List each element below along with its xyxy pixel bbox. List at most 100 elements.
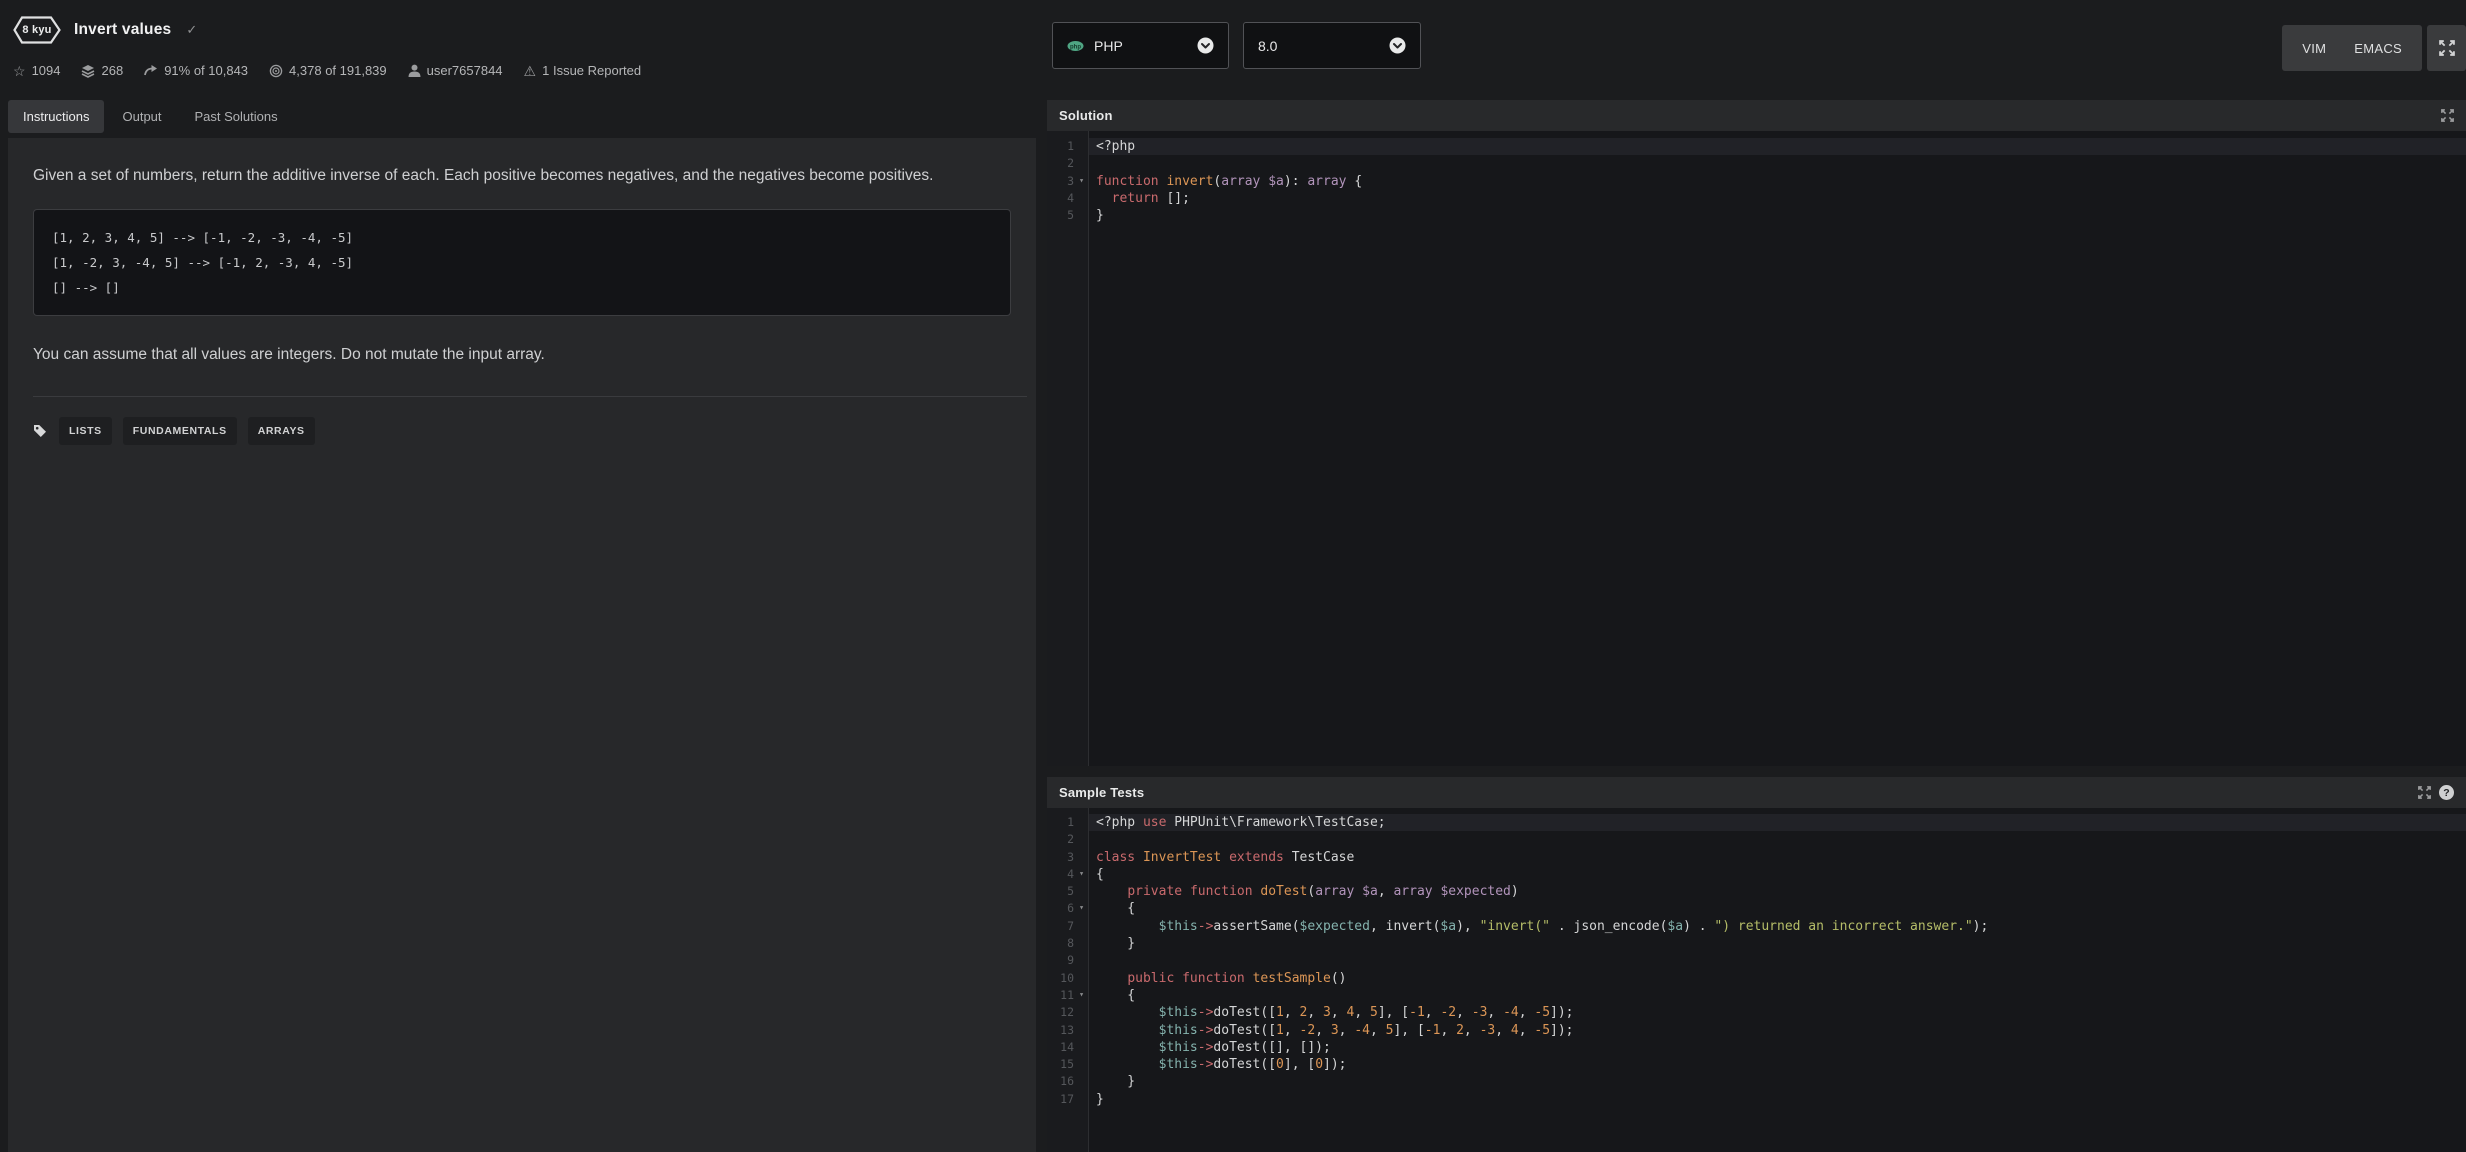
fold-arrow-icon[interactable]: ▾	[1074, 987, 1089, 1004]
code-text: }	[1089, 1091, 2466, 1108]
code-line[interactable]: 6▾ {	[1047, 900, 2466, 917]
tag-icon	[33, 424, 47, 438]
kyu-rank-badge: 8 kyu	[13, 16, 61, 44]
expand-panel-icon[interactable]	[2441, 109, 2454, 122]
code-line[interactable]: 9	[1047, 952, 2466, 969]
code-line[interactable]: 13 $this->doTest([1, -2, 3, -4, 5], [-1,…	[1047, 1022, 2466, 1039]
fold-arrow-icon[interactable]: ▾	[1074, 900, 1089, 917]
stat-user[interactable]: user7657844	[408, 63, 503, 78]
solution-panel-header: Solution	[1047, 100, 2466, 131]
code-line[interactable]: 2	[1047, 831, 2466, 848]
php-icon: php	[1067, 40, 1084, 52]
completed-check-icon: ✓	[186, 22, 197, 38]
expand-panel-icon[interactable]	[2418, 786, 2431, 799]
code-text: return [];	[1089, 190, 2466, 207]
code-line[interactable]: 8 }	[1047, 935, 2466, 952]
stat-layers: 268	[81, 63, 123, 78]
code-text	[1089, 831, 2466, 848]
code-line[interactable]: 12 $this->doTest([1, 2, 3, 4, 5], [-1, -…	[1047, 1004, 2466, 1021]
assumptions-paragraph: You can assume that all values are integ…	[33, 346, 1011, 364]
sample-tests-code-editor[interactable]: 1<?php use PHPUnit\Framework\TestCase;23…	[1047, 808, 2466, 1152]
solution-code-editor[interactable]: 1<?php23▾function invert(array $a): arra…	[1047, 131, 2466, 766]
code-line[interactable]: 14 $this->doTest([], []);	[1047, 1039, 2466, 1056]
line-number: 5	[1047, 207, 1074, 224]
fold-slot	[1074, 1022, 1089, 1039]
code-line[interactable]: 1<?php use PHPUnit\Framework\TestCase;	[1047, 814, 2466, 831]
fold-slot	[1074, 1056, 1089, 1073]
chevron-down-icon	[1389, 37, 1406, 54]
line-number: 2	[1047, 831, 1074, 848]
fold-arrow-icon[interactable]: ▾	[1074, 173, 1089, 190]
code-text: {	[1089, 866, 2466, 883]
version-select[interactable]: 8.0	[1243, 22, 1421, 69]
code-text: class InvertTest extends TestCase	[1089, 849, 2466, 866]
sample-tests-panel-header: Sample Tests ?	[1047, 777, 2466, 808]
code-text: public function testSample()	[1089, 970, 2466, 987]
fold-slot	[1074, 814, 1089, 831]
code-line[interactable]: 17}	[1047, 1091, 2466, 1108]
fold-slot	[1074, 155, 1089, 172]
code-line[interactable]: 5}	[1047, 207, 2466, 224]
code-line[interactable]: 15 $this->doTest([0], [0]);	[1047, 1056, 2466, 1073]
code-line[interactable]: 5 private function doTest(array $a, arra…	[1047, 883, 2466, 900]
code-line[interactable]: 2	[1047, 155, 2466, 172]
line-number: 11	[1047, 987, 1074, 1004]
fold-slot	[1074, 883, 1089, 900]
sample-tests-panel-title: Sample Tests	[1059, 785, 1144, 800]
kata-title[interactable]: Invert values	[74, 21, 171, 39]
tab-output[interactable]: Output	[107, 100, 176, 133]
help-icon[interactable]: ?	[2439, 785, 2454, 800]
line-number: 4	[1047, 190, 1074, 207]
codewars-kata-trainer: 8 kyu Invert values ✓ ☆1094 268 91% of 10,…	[0, 0, 2466, 1152]
stat-target: 4,378 of 191,839	[269, 63, 387, 78]
vim-mode-button[interactable]: VIM	[2288, 33, 2340, 64]
code-line[interactable]: 3class InvertTest extends TestCase	[1047, 849, 2466, 866]
stat-warning[interactable]: ⚠1 Issue Reported	[524, 63, 642, 78]
code-line[interactable]: 7 $this->assertSame($expected, invert($a…	[1047, 918, 2466, 935]
fullscreen-button[interactable]	[2427, 25, 2466, 71]
line-number: 13	[1047, 1022, 1074, 1039]
code-text: $this->doTest([1, -2, 3, -4, 5], [-1, 2,…	[1089, 1022, 2466, 1039]
tab-past-solutions[interactable]: Past Solutions	[180, 100, 293, 133]
line-number: 1	[1047, 138, 1074, 155]
line-number: 15	[1047, 1056, 1074, 1073]
stat-trend: 91% of 10,843	[144, 63, 248, 78]
stat-star: ☆1094	[13, 63, 60, 78]
svg-text:php: php	[1070, 44, 1081, 50]
code-line[interactable]: 10 public function testSample()	[1047, 970, 2466, 987]
tag-chip-fundamentals[interactable]: FUNDAMENTALS	[123, 417, 237, 445]
divider	[33, 396, 1027, 397]
tab-instructions[interactable]: Instructions	[8, 100, 104, 133]
language-select[interactable]: php PHP	[1052, 22, 1229, 69]
code-text: function invert(array $a): array {	[1089, 173, 2466, 190]
tag-chip-arrays[interactable]: ARRAYS	[248, 417, 315, 445]
tags-row: LISTS FUNDAMENTALS ARRAYS	[33, 417, 1011, 445]
example-code-block: [1, 2, 3, 4, 5] --> [-1, -2, -3, -4, -5]…	[33, 209, 1011, 316]
code-line[interactable]: 1<?php	[1047, 138, 2466, 155]
code-line[interactable]: 4▾{	[1047, 866, 2466, 883]
code-text	[1089, 155, 2466, 172]
stat-value: 1094	[32, 63, 61, 78]
example-line: [1, 2, 3, 4, 5] --> [-1, -2, -3, -4, -5]	[52, 225, 992, 250]
stat-value: 4,378 of 191,839	[289, 63, 387, 78]
warning-icon: ⚠	[524, 64, 537, 78]
line-number: 1	[1047, 814, 1074, 831]
code-text: }	[1089, 935, 2466, 952]
code-line[interactable]: 16 }	[1047, 1073, 2466, 1090]
fold-slot	[1074, 1091, 1089, 1108]
line-number: 5	[1047, 883, 1074, 900]
trend-icon	[144, 64, 158, 77]
fold-arrow-icon[interactable]: ▾	[1074, 866, 1089, 883]
tag-chip-lists[interactable]: LISTS	[59, 417, 112, 445]
emacs-mode-button[interactable]: EMACS	[2340, 33, 2416, 64]
kata-stats-row: ☆1094 268 91% of 10,843 4,378 of 191,839 use…	[13, 63, 641, 78]
fold-slot	[1074, 952, 1089, 969]
code-line[interactable]: 3▾function invert(array $a): array {	[1047, 173, 2466, 190]
code-text: $this->assertSame($expected, invert($a),…	[1089, 918, 2466, 935]
kata-header: 8 kyu Invert values ✓	[13, 16, 197, 44]
fold-slot	[1074, 935, 1089, 952]
line-number-gutter	[1047, 131, 1089, 766]
code-line[interactable]: 4 return [];	[1047, 190, 2466, 207]
code-line[interactable]: 11▾ {	[1047, 987, 2466, 1004]
fold-slot	[1074, 1039, 1089, 1056]
